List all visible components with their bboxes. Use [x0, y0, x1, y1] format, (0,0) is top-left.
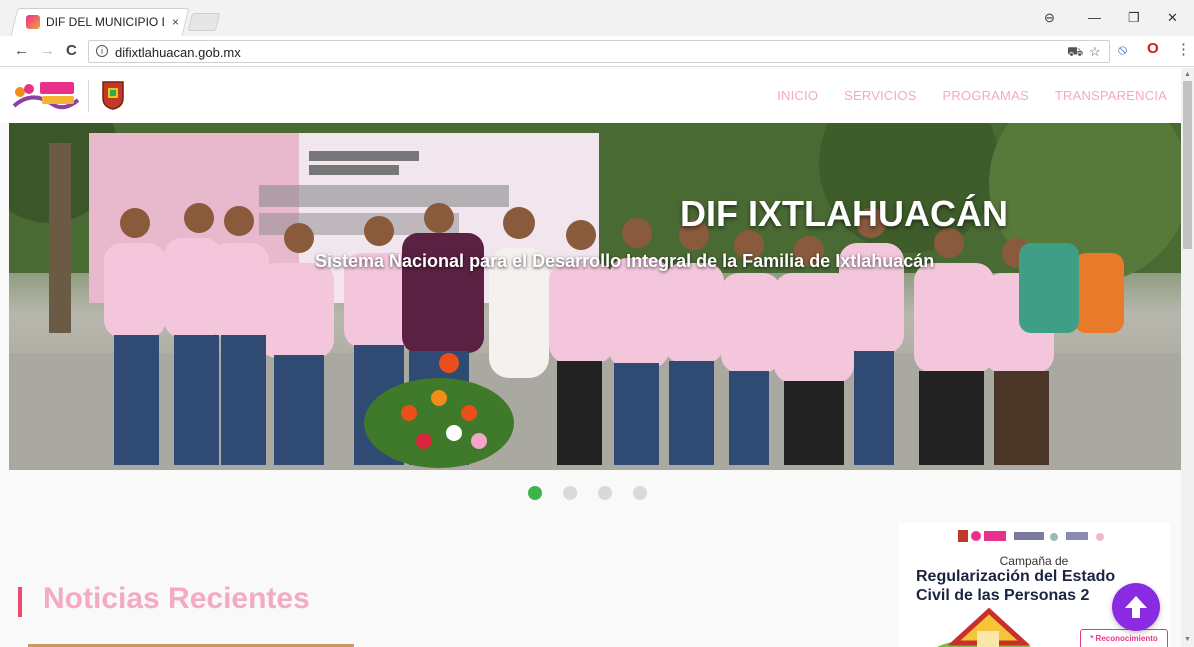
new-tab-button[interactable] — [187, 13, 221, 31]
hero-slider[interactable]: DIF IXTLAHUACÁN Sistema Nacional para el… — [9, 123, 1181, 470]
account-icon[interactable]: ⊖ — [1044, 10, 1055, 26]
nav-programas[interactable]: PROGRAMAS — [943, 88, 1029, 103]
slider-dot-1[interactable] — [528, 486, 542, 500]
slider-dot-2[interactable] — [563, 486, 577, 500]
favicon-icon — [26, 15, 40, 29]
campaign-logos — [958, 530, 1104, 542]
tab-close-icon[interactable]: × — [172, 15, 179, 29]
scroll-down-arrow-icon[interactable]: ▼ — [1184, 636, 1191, 643]
hero-title: DIF IXTLAHUACÁN — [680, 193, 1008, 234]
omnibox[interactable]: i difixtlahuacan.gob.mx ⛟ ☆ — [88, 40, 1110, 63]
site-header: INICIO SERVICIOS PROGRAMAS TRANSPARENCIA — [0, 68, 1181, 123]
scroll-to-top-button[interactable] — [1112, 583, 1160, 631]
campaign-line-1: Campaña de — [999, 554, 1069, 568]
nav-transparencia[interactable]: TRANSPARENCIA — [1055, 88, 1167, 103]
site-info-icon[interactable]: i — [96, 45, 108, 57]
slider-dot-3[interactable] — [598, 486, 612, 500]
arrow-up-icon — [1125, 596, 1147, 618]
browser-tab-bar: DIF DEL MUNICIPIO DE I × ⊖ — ❐ ✕ — [0, 0, 1194, 36]
slider-dot-4[interactable] — [633, 486, 647, 500]
municipal-shield-logo[interactable] — [101, 80, 125, 110]
campaign-line-2: Regularización del Estado — [916, 568, 1116, 585]
close-window-button[interactable]: ✕ — [1167, 10, 1178, 26]
page-scrollbar[interactable]: ▲ ▼ — [1181, 68, 1194, 647]
url-text[interactable]: difixtlahuacan.gob.mx — [115, 45, 241, 60]
slider-dots — [528, 486, 647, 500]
reload-button[interactable]: C — [66, 42, 77, 59]
adblock-icon[interactable]: ⦸ — [1118, 41, 1127, 58]
house-illustration — [937, 607, 1031, 647]
section-accent-bar — [18, 587, 22, 617]
bookmark-star-icon[interactable]: ☆ — [1089, 44, 1101, 60]
tab-title: DIF DEL MUNICIPIO DE I — [46, 15, 164, 29]
web-page: INICIO SERVICIOS PROGRAMAS TRANSPARENCIA — [0, 68, 1194, 647]
translate-icon[interactable]: ⛟ — [1067, 44, 1083, 62]
address-bar-row: ← → C i difixtlahuacan.gob.mx ⛟ ☆ ⦸ O ⋮ — [0, 36, 1194, 67]
nav-servicios[interactable]: SERVICIOS — [844, 88, 916, 103]
campaign-badge: * Reconocimiento — [1080, 629, 1168, 647]
minimize-button[interactable]: — — [1088, 10, 1101, 25]
section-title: Noticias Recientes — [43, 582, 310, 615]
hero-subtitle: Sistema Nacional para el Desarrollo Inte… — [315, 251, 935, 271]
browser-menu-icon[interactable]: ⋮ — [1176, 40, 1191, 58]
browser-tab-content[interactable]: DIF DEL MUNICIPIO DE I × — [26, 13, 186, 31]
dif-logo[interactable] — [12, 78, 80, 114]
hero-photo — [9, 123, 1181, 470]
nav-inicio[interactable]: INICIO — [777, 88, 818, 103]
scroll-up-arrow-icon[interactable]: ▲ — [1184, 71, 1191, 78]
main-nav: INICIO SERVICIOS PROGRAMAS TRANSPARENCIA — [777, 88, 1167, 103]
restore-button[interactable]: ❐ — [1128, 10, 1140, 26]
scroll-thumb[interactable] — [1183, 81, 1192, 249]
logo-divider — [88, 80, 89, 112]
forward-button[interactable]: → — [40, 42, 55, 59]
opera-icon[interactable]: O — [1147, 40, 1159, 57]
back-button[interactable]: ← — [14, 42, 29, 59]
